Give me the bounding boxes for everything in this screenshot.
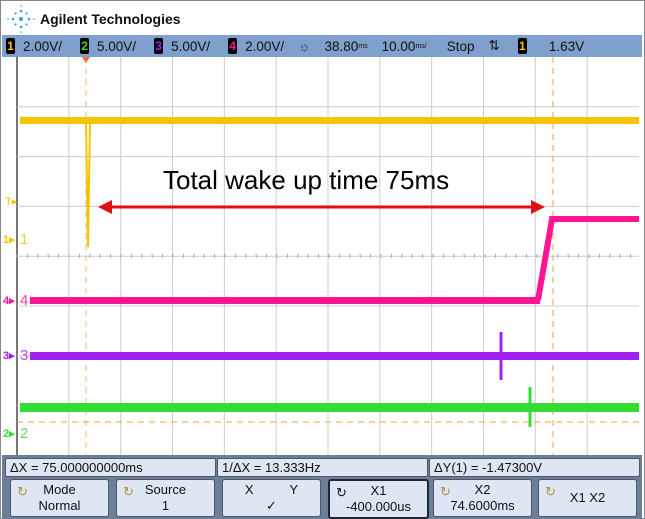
knob-icon: ↻ [17, 484, 28, 499]
softkey-xy[interactable]: X Y ✓ [222, 479, 321, 517]
channel-2-badge[interactable]: 2 [80, 38, 90, 54]
channel-1-trace [20, 117, 639, 124]
delay-icon: ☼ [298, 38, 311, 54]
status-bar: 1 2.00V/ 2 5.00V/ 3 5.00V/ 4 2.00V/ ☼ 38.80m… [2, 35, 642, 57]
softkey-x1[interactable]: ↻ X1 -400.000us [328, 479, 429, 519]
trigger-level-marker: T▸ [5, 196, 18, 208]
channel-1-badge[interactable]: 1 [6, 38, 15, 54]
waveform-display: 1▸ 1 4▸ 4 3▸ 3 2▸ 2 T▸ [3, 57, 639, 455]
channel-ground-marker: 3▸ [3, 350, 15, 362]
trigger-source-badge: 1 [517, 38, 527, 54]
channel-ground-marker: 2▸ [3, 428, 15, 440]
inv-delta-x-readout: 1/ΔX = 13.333Hz [217, 458, 428, 477]
trigger-slope-icon: ⇅ [488, 38, 500, 53]
channel-3-badge[interactable]: 3 [154, 38, 164, 54]
channel-label: 2 [20, 425, 28, 442]
arrow-right-head [531, 200, 545, 214]
channel-label: 3 [20, 347, 28, 364]
trigger-position-marker [82, 57, 90, 63]
delta-x-readout: ΔX = 75.000000000ms [5, 458, 216, 477]
channel-4-badge[interactable]: 4 [228, 38, 238, 54]
softkey-x2[interactable]: ↻ X2 74.6000ms [433, 479, 532, 517]
channel-3-scale: 5.00V/ [171, 38, 211, 54]
timebase: 10.00ms/ [381, 38, 427, 54]
channel-ground-marker: 4▸ [3, 295, 15, 307]
channel-label: 4 [20, 292, 28, 309]
softkey-value: ✓ [266, 498, 277, 513]
softkey-value: 74.6000ms [450, 498, 515, 513]
knob-icon: ↻ [440, 484, 451, 499]
softkey-x1x2[interactable]: ↻ X1 X2 [538, 479, 637, 517]
trigger-level: 1.63V [548, 38, 585, 54]
softkey-value: 1 [161, 498, 170, 513]
agilent-logo-icon [7, 5, 35, 33]
channel-1-glitch [85, 120, 91, 248]
knob-icon: ↻ [336, 485, 347, 500]
knob-icon: ↻ [545, 484, 556, 499]
softkey-value: -400.000us [345, 499, 412, 514]
channel-ground-marker: 1▸ [3, 234, 15, 246]
delta-y-readout: ΔY(1) = -1.47300V [429, 458, 640, 477]
channel-2-scale: 5.00V/ [97, 38, 137, 54]
channel-2-trace [20, 403, 639, 412]
softkey-source[interactable]: ↻ Source 1 [116, 479, 215, 517]
run-state: Stop [446, 38, 475, 54]
annotation-text: Total wake up time 75ms [163, 165, 450, 195]
channel-label: 1 [20, 231, 28, 248]
horizontal-delay: 38.80ms [324, 38, 368, 54]
knob-icon: ↻ [123, 484, 134, 499]
softkey-label: X Y [244, 482, 299, 497]
arrow-left-head [98, 200, 112, 214]
channel-4-scale: 2.00V/ [245, 38, 285, 54]
channel-3-trace [30, 352, 639, 360]
softkey-mode[interactable]: ↻ Mode Normal [10, 479, 109, 517]
channel-4-trace-low [30, 297, 540, 304]
channel-1-scale: 2.00V/ [23, 38, 63, 54]
softkey-value: Normal [38, 498, 81, 513]
softkey-bar: ΔX = 75.000000000ms 1/ΔX = 13.333Hz ΔY(1… [2, 455, 642, 519]
brand-name: Agilent Technologies [40, 11, 181, 27]
